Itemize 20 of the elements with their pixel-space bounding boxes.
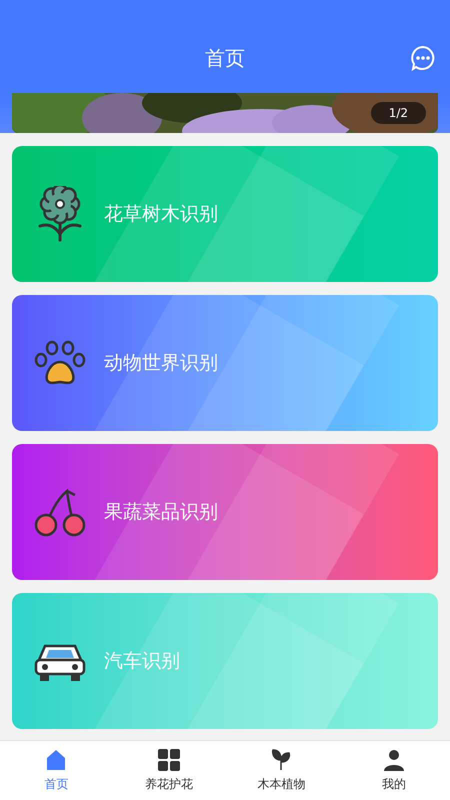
category-card[interactable]: 果蔬菜品识别 — [12, 444, 438, 580]
home-icon — [45, 748, 68, 772]
cherry-icon — [33, 487, 87, 537]
category-card[interactable]: 动物世界识别 — [12, 295, 438, 431]
grid-icon — [156, 748, 181, 772]
nav-tab[interactable]: 木本植物 — [225, 741, 338, 800]
nav-tab[interactable]: 养花护花 — [112, 741, 225, 800]
user-icon — [382, 748, 406, 772]
card-label: 果蔬菜品识别 — [104, 500, 218, 525]
category-card[interactable]: 花草树木识别 — [12, 146, 438, 282]
paw-icon — [33, 340, 87, 386]
page-title: 首页 — [205, 45, 245, 72]
card-label: 动物世界识别 — [104, 350, 218, 376]
chat-icon[interactable] — [410, 45, 436, 71]
slide-counter: 1/2 — [370, 102, 426, 124]
nav-tab[interactable]: 首页 — [0, 741, 112, 800]
card-label: 汽车识别 — [104, 648, 180, 674]
flower-icon — [36, 186, 84, 242]
nav-tab[interactable]: 我的 — [338, 741, 450, 800]
card-label: 花草树木识别 — [104, 202, 218, 227]
